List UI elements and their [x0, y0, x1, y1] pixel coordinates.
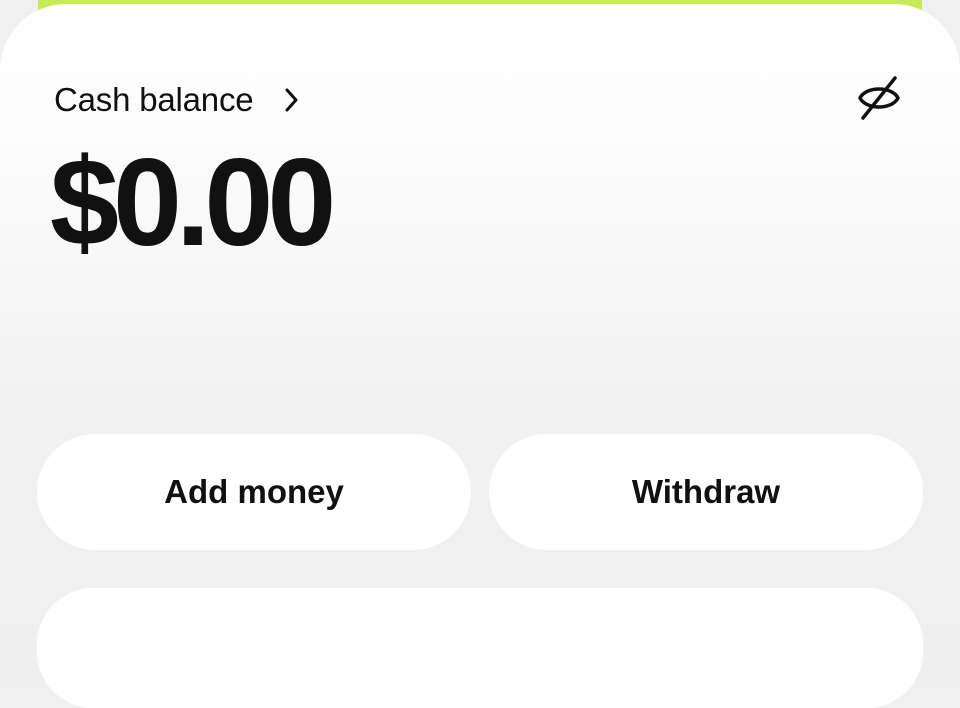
withdraw-button[interactable]: Withdraw [489, 434, 923, 550]
next-section-card[interactable] [37, 588, 923, 708]
add-money-button[interactable]: Add money [37, 434, 471, 550]
cash-balance-link[interactable]: Cash balance [54, 78, 301, 122]
hide-balance-icon[interactable] [855, 74, 903, 122]
cash-balance-amount: $0.00 [50, 134, 336, 272]
cash-balance-label: Cash balance [54, 81, 254, 118]
chevron-right-icon [283, 87, 301, 113]
